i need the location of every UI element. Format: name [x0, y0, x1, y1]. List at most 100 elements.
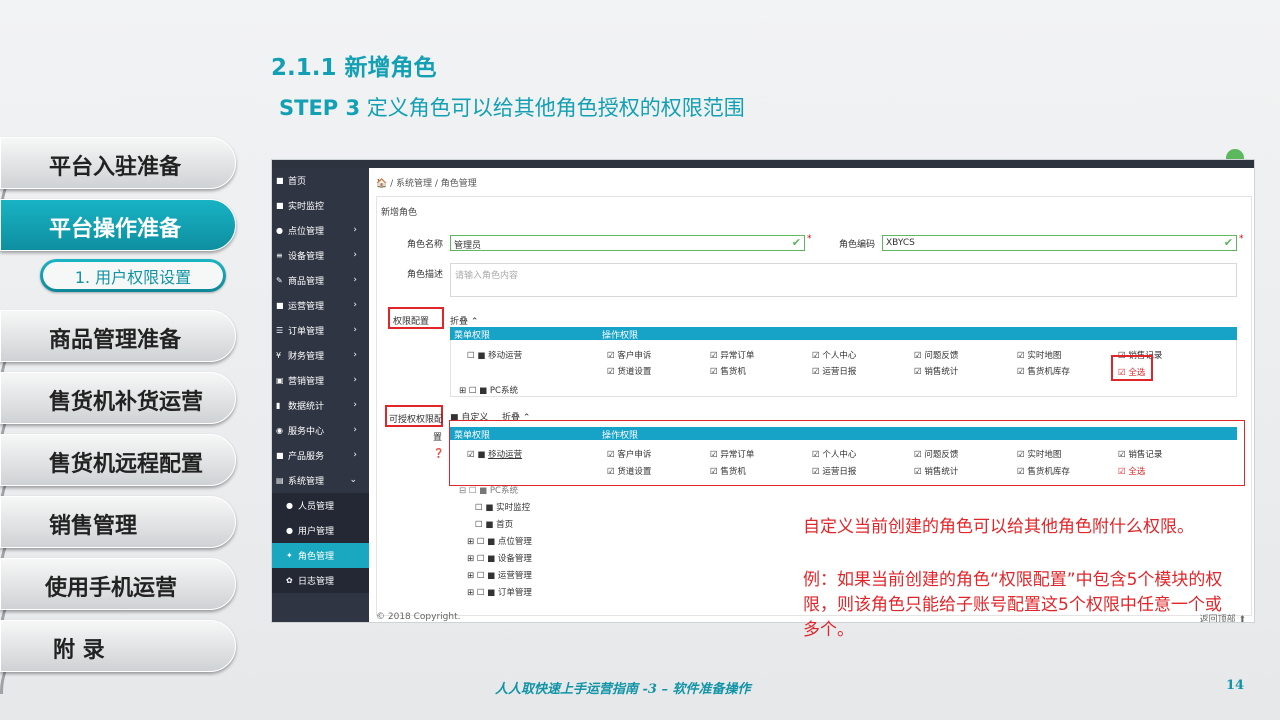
tree-item[interactable]: ☐ ■ 首页 [475, 518, 513, 530]
op-checkbox[interactable]: ☑ 客户申诉 [607, 448, 651, 460]
edit-icon: ✎ [276, 276, 283, 285]
perm-menu-mobile[interactable]: ☐ ■ 移动运营 [467, 349, 522, 361]
grant-menu-pc[interactable]: ⊟ ☐ ■ PC系统 [459, 484, 518, 496]
nav-tab-label: 附 录 [53, 638, 105, 663]
sidebar-item-label: 数据统计 [288, 402, 325, 412]
perm-table-header: 菜单权限 操作权限 [450, 327, 1237, 341]
op-checkbox[interactable]: ☑ 实时地图 [1017, 349, 1061, 361]
op-checkbox[interactable]: ☑ 问题反馈 [914, 349, 958, 361]
nav-tab-platform-entry[interactable]: 平台入驻准备 [0, 137, 236, 189]
op-checkbox[interactable]: ☑ 客户申诉 [607, 349, 651, 361]
sidebar-item-label: 运营管理 [288, 302, 325, 312]
tree-item-label: 首页 [496, 520, 514, 530]
check-icon: ✔ [1223, 236, 1233, 249]
tree-item[interactable]: ⊞ ☐ ■ 设备管理 [467, 552, 532, 564]
server-icon: ▤ [276, 476, 284, 485]
role-code-input[interactable]: XBYCS ✔ [882, 235, 1237, 251]
nav-tab-mobile[interactable]: 使用手机运营 [0, 558, 236, 610]
select-all-checkbox[interactable]: ☑ 全选 [1118, 465, 1145, 477]
select-all-label: 全选 [1128, 467, 1146, 477]
section-heading: 2.1.1 新增角色 [271, 55, 437, 81]
op-checkbox[interactable]: ☑ 售货机库存 [1017, 465, 1070, 477]
nav-tab-appendix[interactable]: 附 录 [0, 620, 236, 672]
sidebar-item-label: 角色管理 [298, 552, 335, 562]
tree-item-label: 订单管理 [497, 588, 532, 598]
sidebar-item-order[interactable]: ☰ 订单管理 › [272, 318, 369, 343]
op-checkbox[interactable]: ☑ 售货机 [710, 365, 746, 377]
tree-item[interactable]: ⊞ ☐ ■ 运营管理 [467, 569, 532, 581]
sidebar-item-roles[interactable]: ✦ 角色管理 [272, 543, 369, 568]
sidebar-item-product-service[interactable]: ■ 产品服务 › [272, 443, 369, 468]
sidebar-item-label: 首页 [288, 177, 307, 187]
sidebar-item-system[interactable]: ▤ 系统管理 ⌄ [272, 468, 369, 493]
nav-subtab-label: 1. 用户权限设置 [43, 262, 223, 289]
grant-menu-mobile[interactable]: ☑ ■ 移动运营 [467, 448, 522, 460]
pin-icon: ● [276, 226, 283, 235]
op-checkbox[interactable]: ☑ 货道设置 [607, 365, 651, 377]
yen-icon: ¥ [276, 351, 282, 360]
chevron-right-icon: › [353, 350, 357, 360]
sidebar-item-home[interactable]: ■ 首页 [272, 168, 369, 193]
nav-tab-label: 商品管理准备 [49, 328, 182, 353]
sidebar-item-stats[interactable]: ▮ 数据统计 › [272, 393, 369, 418]
sidebar-item-logs[interactable]: ✿ 日志管理 [272, 568, 369, 593]
tree-item[interactable]: ☐ ■ 实时监控 [475, 501, 530, 513]
op-checkbox[interactable]: ☑ 实时地图 [1017, 448, 1061, 460]
op-checkbox[interactable]: ☑ 销售统计 [914, 365, 958, 377]
op-checkbox[interactable]: ☑ 问题反馈 [914, 448, 958, 460]
sidebar-item-device[interactable]: ≡ 设备管理 › [272, 243, 369, 268]
op-checkbox[interactable]: ☑ 个人中心 [812, 349, 856, 361]
role-desc-label: 角色描述 [407, 270, 444, 280]
sidebar-item-finance[interactable]: ¥ 财务管理 › [272, 343, 369, 368]
nav-tab-sales[interactable]: 销售管理 [0, 496, 236, 548]
sidebar-item-operation[interactable]: ■ 运营管理 › [272, 293, 369, 318]
op-label: 运营日报 [822, 467, 857, 477]
role-desc-textarea[interactable]: 请输入角色内容 [450, 263, 1237, 297]
chevron-right-icon: › [353, 450, 357, 460]
nav-tab-restock[interactable]: 售货机补货运营 [0, 372, 236, 424]
sidebar-item-staff[interactable]: ● 人员管理 [272, 493, 369, 518]
op-checkbox[interactable]: ☑ 销售记录 [1118, 448, 1162, 460]
sidebar-item-location[interactable]: ● 点位管理 › [272, 218, 369, 243]
col-menu-header: 菜单权限 [454, 331, 491, 341]
nav-subtab-user-permission[interactable]: 1. 用户权限设置 [40, 259, 226, 292]
op-checkbox[interactable]: ☑ 运营日报 [812, 365, 856, 377]
op-checkbox[interactable]: ☑ 运营日报 [812, 465, 856, 477]
op-checkbox[interactable]: ☑ 异常订单 [710, 448, 754, 460]
select-all-checkbox[interactable]: ☑ 全选 [1118, 366, 1145, 378]
tree-item[interactable]: ⊞ ☐ ■ 点位管理 [467, 535, 532, 547]
help-icon[interactable]: ❓ [433, 449, 444, 459]
role-name-input[interactable]: 管理员 ✔ [450, 235, 805, 251]
sidebar-item-monitor[interactable]: ■ 实时监控 [272, 193, 369, 218]
op-label: 售货机 [720, 367, 746, 377]
col-op-header: 操作权限 [602, 331, 639, 341]
sidebar-item-product[interactable]: ✎ 商品管理 › [272, 268, 369, 293]
tree-item[interactable]: ⊞ ☐ ■ 订单管理 [467, 586, 532, 598]
perm-collapse-link[interactable]: 折叠 ⌃ [450, 314, 478, 327]
nav-tab-label: 售货机远程配置 [49, 452, 204, 477]
nav-tab-label: 使用手机运营 [45, 576, 178, 601]
op-checkbox[interactable]: ☑ 售货机 [710, 465, 746, 477]
step-text: 定义角色可以给其他角色授权的权限范围 [360, 96, 745, 120]
nav-tab-product-mgmt[interactable]: 商品管理准备 [0, 310, 236, 362]
tree-item-label: 设备管理 [497, 554, 532, 564]
op-checkbox[interactable]: ☑ 销售统计 [914, 465, 958, 477]
op-checkbox[interactable]: ☑ 货道设置 [607, 465, 651, 477]
sidebar-item-service[interactable]: ◉ 服务中心 › [272, 418, 369, 443]
app-topbar [272, 160, 1254, 168]
perm-menu-pc[interactable]: ⊞ ☐ ■ PC系统 [459, 384, 518, 396]
nav-tab-platform-ops[interactable]: 平台操作准备 [0, 199, 236, 251]
op-checkbox[interactable]: ☑ 个人中心 [812, 448, 856, 460]
op-checkbox[interactable]: ☑ 异常订单 [710, 349, 754, 361]
list-icon: ☰ [276, 326, 284, 335]
sidebar-item-marketing[interactable]: ▣ 营销管理 › [272, 368, 369, 393]
tree-item-label: 点位管理 [497, 537, 532, 547]
grant-perm-label: 可授权权限配 [389, 415, 444, 425]
op-checkbox[interactable]: ☑ 售货机库存 [1017, 365, 1070, 377]
app-sidebar: ■ 首页 ■ 实时监控 ● 点位管理 › ≡ 设备管理 › ✎ 商品管理 › ■ 运营管理 › ☰ 订… [272, 168, 369, 622]
op-label: 运营日报 [822, 367, 857, 377]
bar-chart-icon: ▮ [276, 401, 281, 410]
sidebar-item-users[interactable]: ● 用户管理 [272, 518, 369, 543]
step-prefix: STEP 3 [279, 96, 361, 120]
nav-tab-remote-config[interactable]: 售货机远程配置 [0, 434, 236, 486]
